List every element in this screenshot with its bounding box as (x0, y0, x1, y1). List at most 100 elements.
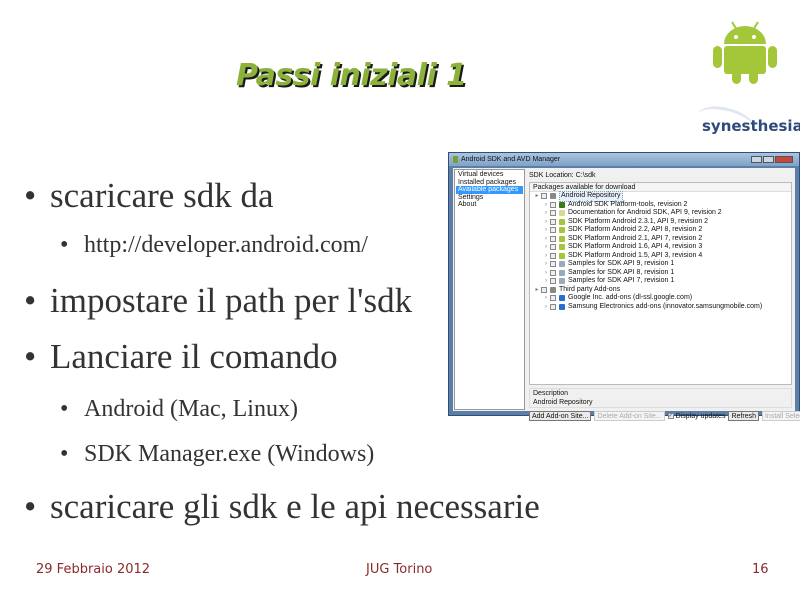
bullet-marker: • (24, 487, 37, 526)
tree-item-label: Samples for SDK API 9, revision 1 (568, 260, 675, 267)
footer-date: 29 Febbraio 2012 (36, 562, 151, 577)
bullet-item: • http://developer.android.com/ (60, 232, 368, 259)
nav-item-available-packages[interactable]: Available packages (456, 186, 523, 194)
delete-addon-site-button[interactable]: Delete Add-on Site... (594, 411, 665, 421)
bullet-item: • Lanciare il comando (24, 337, 338, 377)
android-icon (559, 252, 565, 259)
tree-item[interactable]: › Android SDK Platform-tools, revision 2 (530, 201, 791, 210)
tree-item-label: Samples for SDK API 7, revision 1 (568, 277, 675, 284)
tree-item[interactable]: › SDK Platform Android 2.1, API 7, revisi… (530, 235, 791, 244)
tree-item[interactable]: › Samples for SDK API 8, revision 1 (530, 269, 791, 278)
tree-checkbox[interactable] (550, 261, 556, 268)
add-addon-site-button[interactable]: Add Add-on Site... (529, 411, 592, 421)
expand-arrow-icon[interactable]: › (542, 252, 550, 261)
expand-arrow-icon[interactable]: › (542, 243, 550, 252)
expand-arrow-icon[interactable]: › (542, 235, 550, 244)
expand-arrow-icon[interactable]: › (542, 303, 550, 312)
tree-item[interactable]: ▸ Android Repository (530, 191, 791, 202)
tree-checkbox[interactable] (550, 201, 556, 208)
tree-item-label: Android SDK Platform-tools, revision 2 (568, 200, 688, 208)
expand-arrow-icon[interactable]: › (542, 269, 550, 278)
install-selected-button[interactable]: Install Selected (761, 411, 800, 421)
tree-checkbox[interactable] (550, 210, 556, 217)
tree-item-label: SDK Platform Android 2.3.1, API 9, revis… (568, 217, 709, 225)
checkbox-checked-icon: ✓ (667, 413, 674, 419)
repository-icon (550, 286, 556, 293)
bullet-text: scaricare sdk da (50, 176, 274, 215)
tree-checkbox[interactable] (550, 227, 556, 234)
tree-item-label: Documentation for Android SDK, API 9, re… (568, 209, 722, 216)
tree-checkbox[interactable] (550, 295, 556, 302)
tree-checkbox[interactable] (550, 269, 556, 276)
android-icon (559, 227, 565, 234)
bullet-marker: • (24, 281, 37, 320)
tree-item[interactable]: › SDK Platform Android 1.5, API 3, revisi… (530, 252, 791, 261)
tree-checkbox[interactable] (550, 244, 556, 251)
nav-item-virtual-devices[interactable]: Virtual devices (456, 171, 523, 179)
bullet-link[interactable]: http://developer.android.com/ (84, 232, 368, 258)
tree-item-label: SDK Platform Android 1.5, API 3, revisio… (568, 251, 703, 259)
flask-icon (559, 261, 565, 268)
expand-arrow-icon[interactable]: › (542, 209, 550, 218)
tree-checkbox[interactable] (550, 303, 556, 310)
android-logo (712, 20, 778, 84)
tree-checkbox[interactable] (550, 235, 556, 242)
window-titlebar[interactable]: Android SDK and AVD Manager (449, 153, 799, 166)
bullet-text: scaricare gli sdk e le api necessarie (50, 487, 540, 526)
bullet-text: Android (Mac, Linux) (84, 396, 298, 422)
globe-icon (559, 295, 565, 302)
android-icon (559, 218, 565, 225)
tree-checkbox[interactable] (541, 193, 547, 200)
tree-checkbox[interactable] (541, 286, 547, 293)
expand-arrow-icon[interactable]: › (542, 226, 550, 235)
tree-item[interactable]: › SDK Platform Android 2.2, API 8, revisi… (530, 226, 791, 235)
expand-arrow-icon[interactable]: › (542, 218, 550, 227)
tree-item-label: SDK Platform Android 2.2, API 8, revisio… (568, 226, 703, 233)
tree-item[interactable]: › Documentation for Android SDK, API 9, r… (530, 209, 791, 218)
window-title: Android SDK and AVD Manager (461, 156, 561, 163)
nav-item-about[interactable]: About (456, 201, 523, 209)
maximize-button[interactable] (763, 156, 774, 163)
repository-icon (550, 193, 556, 200)
collapse-arrow-icon[interactable]: ▸ (533, 286, 541, 295)
tree-item-label: Third party Add-ons (559, 285, 621, 293)
tree-checkbox[interactable] (550, 218, 556, 225)
tree-checkbox[interactable] (550, 278, 556, 285)
tree-item[interactable]: › Samples for SDK API 7, revision 1 (530, 277, 791, 286)
close-button[interactable] (775, 156, 793, 163)
nav-item-settings[interactable]: Settings (456, 194, 523, 202)
bullet-text: Lanciare il comando (50, 337, 338, 376)
expand-arrow-icon[interactable]: › (542, 201, 550, 210)
expand-arrow-icon[interactable]: › (542, 277, 550, 286)
bullet-text: impostare il path per l'sdk (50, 281, 413, 320)
bullet-item: • scaricare gli sdk e le api necessarie (24, 487, 540, 527)
tree-item[interactable]: › Google Inc. add-ons (dl-ssl.google.com) (530, 294, 791, 303)
tree-item[interactable]: › SDK Platform Android 1.6, API 4, revisi… (530, 243, 791, 252)
expand-arrow-icon[interactable]: › (542, 294, 550, 303)
bullet-text: SDK Manager.exe (Windows) (84, 441, 375, 467)
footer-page-number: 16 (752, 562, 769, 577)
flask-icon (559, 278, 565, 285)
sdk-location: SDK Location: C:\sdk (529, 172, 596, 179)
minimize-button[interactable] (751, 156, 762, 163)
document-icon (559, 210, 565, 217)
tree-item[interactable]: ▸ Third party Add-ons (530, 286, 791, 295)
expand-arrow-icon[interactable]: › (542, 260, 550, 269)
display-updates-checkbox[interactable]: ✓ Display updates (667, 413, 725, 420)
footer-event: JUG Torino (366, 562, 433, 577)
tree-item-label: SDK Platform Android 2.1, API 7, revisio… (568, 234, 703, 242)
tree-checkbox[interactable] (550, 252, 556, 259)
nav-item-installed-packages[interactable]: Installed packages (456, 179, 523, 187)
tree-item[interactable]: › SDK Platform Android 2.3.1, API 9, revi… (530, 218, 791, 227)
slide-title: Passi iniziali 1 (236, 58, 467, 93)
synesthesia-logo-text: synesthesia (702, 117, 800, 135)
tools-icon (559, 201, 565, 208)
app-icon (453, 156, 458, 163)
android-robot-icon (713, 21, 777, 84)
tree-item[interactable]: › Samples for SDK API 9, revision 1 (530, 260, 791, 269)
globe-icon (559, 303, 565, 310)
description-text: Android Repository (533, 399, 593, 406)
refresh-button[interactable]: Refresh (728, 411, 759, 421)
collapse-arrow-icon[interactable]: ▸ (533, 192, 541, 201)
tree-item[interactable]: › Samsung Electronics add-ons (innovator.… (530, 303, 791, 312)
